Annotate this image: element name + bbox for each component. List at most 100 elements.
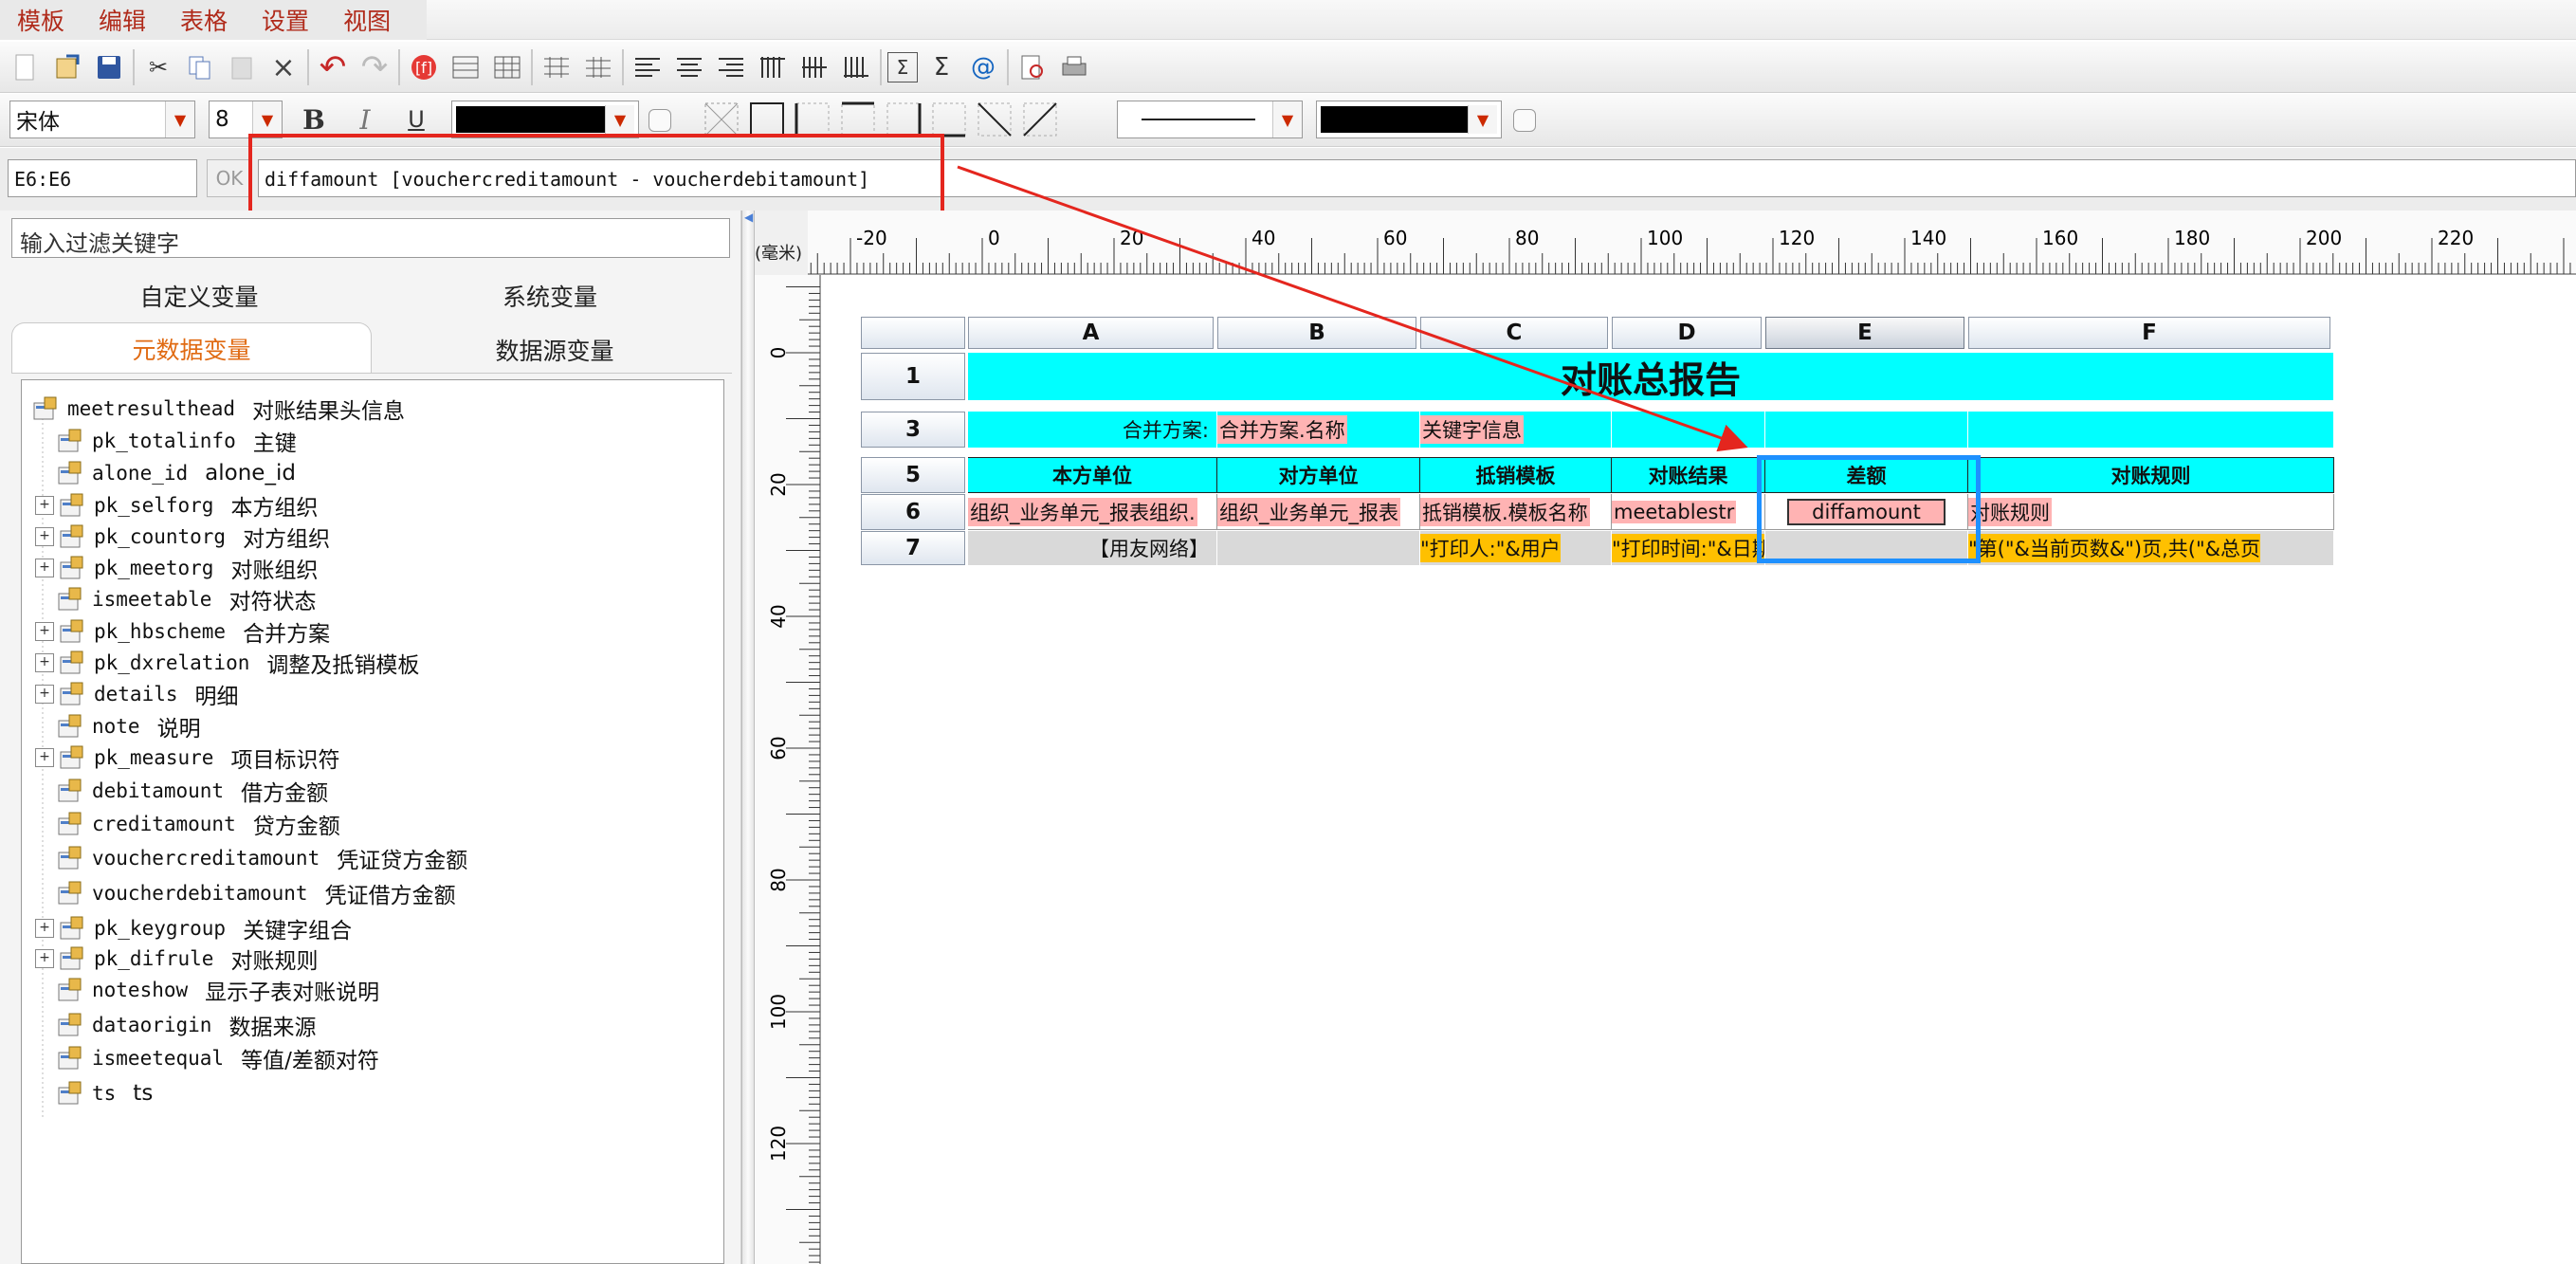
cell-d6[interactable]: meetablestr bbox=[1612, 494, 1765, 530]
panel-splitter[interactable]: ◀ bbox=[741, 211, 755, 1264]
tree-item[interactable]: debitamount 借方金额 bbox=[35, 775, 328, 807]
grid-icon[interactable] bbox=[448, 49, 484, 85]
open-icon[interactable] bbox=[49, 49, 85, 85]
tree-item[interactable]: voucherdebitamount 凭证借方金额 bbox=[35, 877, 456, 909]
cell-d3[interactable] bbox=[1612, 412, 1765, 448]
cell-b5[interactable]: 对方单位 bbox=[1217, 457, 1420, 493]
align-left-icon[interactable] bbox=[630, 49, 666, 85]
tree-item[interactable]: + pk_measure 项目标识符 bbox=[35, 742, 339, 774]
undo-icon[interactable]: ↶ bbox=[315, 48, 351, 86]
ok-button[interactable]: OK bbox=[207, 159, 252, 197]
cell-c5[interactable]: 抵销模板 bbox=[1420, 457, 1612, 493]
menu-table[interactable]: 表格 bbox=[163, 3, 245, 37]
expand-icon[interactable]: + bbox=[35, 919, 54, 938]
align-right-icon[interactable] bbox=[713, 49, 749, 85]
tree-item[interactable]: + pk_countorg 对方组织 bbox=[35, 521, 330, 553]
expand-icon[interactable]: + bbox=[35, 748, 54, 767]
report-title-cell[interactable]: 对账总报告 bbox=[968, 353, 2334, 400]
chevron-down-icon[interactable]: ▼ bbox=[605, 105, 634, 134]
column-header-c[interactable]: C bbox=[1420, 317, 1608, 349]
row-header-5[interactable]: 5 bbox=[861, 457, 965, 493]
border-color-select[interactable]: ▼ bbox=[1316, 101, 1502, 138]
select-all-corner[interactable] bbox=[861, 317, 965, 349]
font-size-select[interactable]: 8 ▼ bbox=[209, 101, 283, 138]
filter-input[interactable]: 输入过滤关键字 bbox=[11, 218, 730, 258]
cell-a7[interactable]: 【用友网络】 bbox=[968, 531, 1217, 565]
tree-item[interactable]: + pk_dxrelation 调整及抵销模板 bbox=[35, 647, 419, 679]
cut-icon[interactable]: ✂ bbox=[140, 49, 176, 85]
cell-a3[interactable]: 合并方案: bbox=[968, 412, 1217, 448]
expand-icon[interactable]: + bbox=[35, 527, 54, 546]
delete-icon[interactable]: × bbox=[265, 49, 301, 85]
border-right-icon[interactable] bbox=[886, 101, 922, 137]
tree-item[interactable]: ismeetequal 等值/差额对符 bbox=[35, 1042, 379, 1074]
underline-button[interactable]: U bbox=[398, 101, 434, 137]
expand-icon[interactable]: + bbox=[35, 949, 54, 968]
cell-b6[interactable]: 组织_业务单元_报表 bbox=[1217, 494, 1420, 530]
align-center-icon[interactable] bbox=[671, 49, 707, 85]
function-icon[interactable]: [f] bbox=[406, 49, 442, 85]
chevron-down-icon[interactable]: ▼ bbox=[1468, 105, 1497, 134]
menu-edit[interactable]: 编辑 bbox=[82, 3, 163, 37]
cell-d7[interactable]: "打印时间:"&日期 bbox=[1612, 531, 1765, 565]
menu-template[interactable]: 模板 bbox=[0, 3, 82, 37]
tab-datasource-variables[interactable]: 数据源变量 bbox=[379, 326, 730, 374]
tab-system-variables[interactable]: 系统变量 bbox=[408, 275, 692, 317]
row-header-1[interactable]: 1 bbox=[861, 353, 965, 400]
cell-a5[interactable]: 本方单位 bbox=[968, 457, 1217, 493]
tree-item[interactable]: + pk_selforg 本方组织 bbox=[35, 489, 318, 522]
expand-icon[interactable]: + bbox=[35, 685, 54, 704]
grid-merge-icon[interactable] bbox=[489, 49, 525, 85]
menu-settings[interactable]: 设置 bbox=[245, 3, 326, 37]
expand-icon[interactable]: + bbox=[35, 653, 54, 672]
font-name-select[interactable]: 宋体 ▼ bbox=[9, 101, 195, 138]
cell-f6[interactable]: 对账规则 bbox=[1968, 494, 2334, 530]
chevron-down-icon[interactable]: ▼ bbox=[1272, 101, 1302, 137]
tree-item[interactable]: + details 明细 bbox=[35, 678, 239, 710]
cell-e3[interactable] bbox=[1765, 412, 1968, 448]
tree-item[interactable]: + pk_meetorg 对账组织 bbox=[35, 552, 318, 584]
new-icon[interactable] bbox=[8, 49, 44, 85]
border-diagonal-cross-icon[interactable] bbox=[703, 101, 740, 137]
tree-item[interactable]: alone_id alone_id bbox=[35, 457, 296, 489]
tree-item[interactable]: noteshow 显示子表对账说明 bbox=[35, 974, 379, 1006]
expand-icon[interactable]: + bbox=[35, 559, 54, 577]
at-icon[interactable]: @ bbox=[965, 49, 1001, 85]
print-preview-icon[interactable] bbox=[1014, 49, 1050, 85]
cell-f3[interactable] bbox=[1968, 412, 2334, 448]
column-header-a[interactable]: A bbox=[968, 317, 1214, 349]
row-header-6[interactable]: 6 bbox=[861, 494, 965, 530]
border-left-icon[interactable] bbox=[795, 101, 831, 137]
tab-metadata-variables[interactable]: 元数据变量 bbox=[11, 322, 372, 374]
tree-item[interactable]: pk_totalinfo 主键 bbox=[35, 425, 297, 457]
tree-item[interactable]: vouchercreditamount 凭证贷方金额 bbox=[35, 842, 467, 874]
row-header-7[interactable]: 7 bbox=[861, 531, 965, 565]
cell-b7[interactable] bbox=[1217, 531, 1420, 565]
column-header-b[interactable]: B bbox=[1217, 317, 1416, 349]
tree-item[interactable]: ts ts bbox=[35, 1077, 153, 1109]
font-color-checkbox[interactable] bbox=[649, 109, 671, 132]
insert-row-icon[interactable] bbox=[539, 49, 575, 85]
cell-c6[interactable]: 抵销模板.模板名称 bbox=[1420, 494, 1612, 530]
cell-c3[interactable]: 关键字信息 bbox=[1420, 412, 1612, 448]
cell-d5[interactable]: 对账结果 bbox=[1612, 457, 1765, 493]
column-header-d[interactable]: D bbox=[1612, 317, 1762, 349]
line-style-select[interactable]: ▼ bbox=[1117, 101, 1303, 138]
expand-icon[interactable]: + bbox=[35, 622, 54, 641]
cell-f5[interactable]: 对账规则 bbox=[1968, 457, 2334, 493]
tree-item[interactable]: + pk_hbscheme 合并方案 bbox=[35, 615, 330, 648]
row-header-3[interactable]: 3 bbox=[861, 412, 965, 448]
border-top-icon[interactable] bbox=[840, 101, 876, 137]
print-icon[interactable] bbox=[1056, 49, 1092, 85]
font-color-select[interactable]: ▼ bbox=[451, 101, 639, 138]
collapse-arrow-icon[interactable]: ◀ bbox=[744, 211, 753, 228]
tree-item[interactable]: meetresulthead 对账结果头信息 bbox=[31, 393, 405, 425]
column-header-f[interactable]: F bbox=[1968, 317, 2330, 349]
cell-c7[interactable]: "打印人:"&用户 bbox=[1420, 531, 1612, 565]
bold-button[interactable]: B bbox=[296, 101, 332, 137]
menu-view[interactable]: 视图 bbox=[326, 3, 408, 37]
border-color-checkbox[interactable] bbox=[1513, 109, 1536, 132]
tree-item[interactable]: note 说明 bbox=[35, 710, 201, 742]
tree-item[interactable]: ismeetable 对符状态 bbox=[35, 583, 316, 615]
valign-top-icon[interactable] bbox=[755, 49, 791, 85]
